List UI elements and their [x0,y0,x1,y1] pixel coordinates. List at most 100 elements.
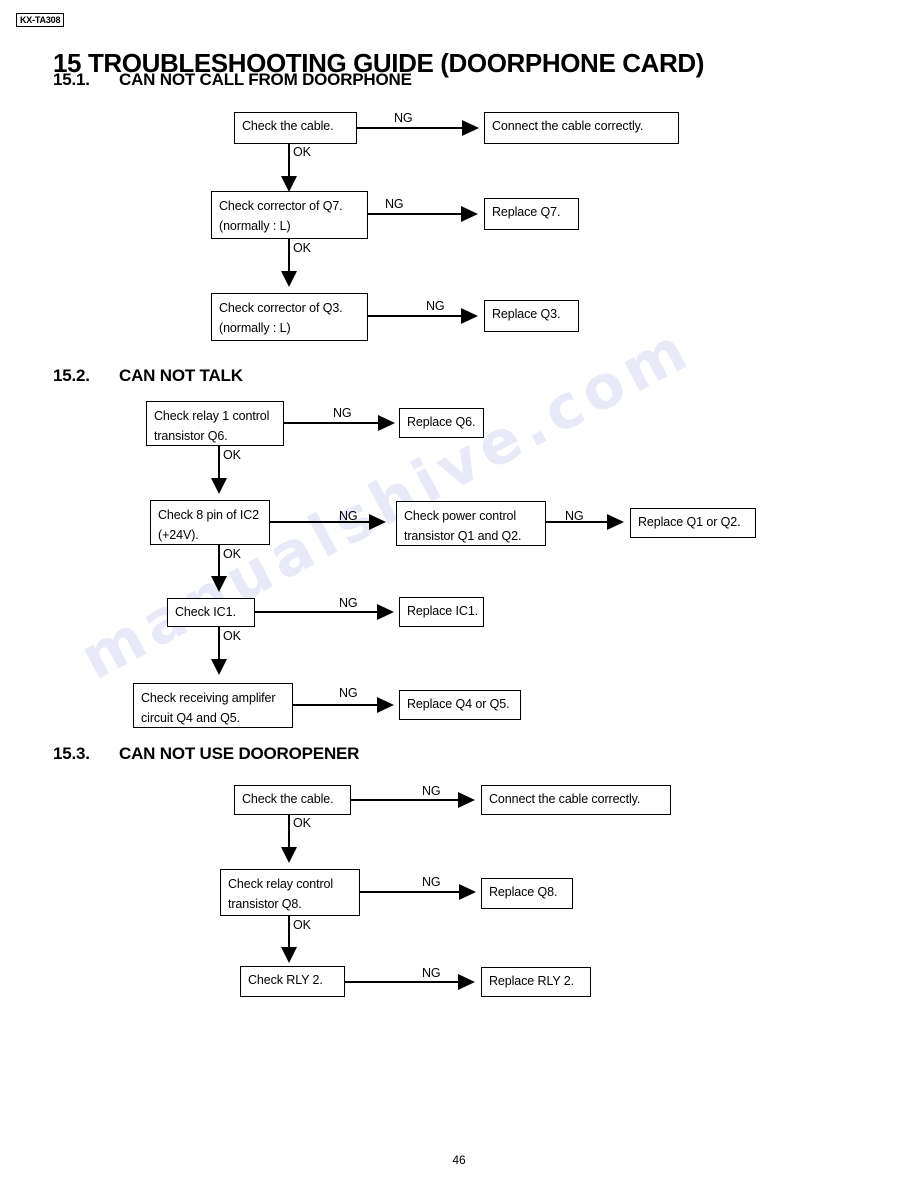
flow-node-check-cable[interactable]: Check the cable. [234,112,357,144]
node-label: Replace Q1 or Q2. [638,515,741,529]
node-label: Replace Q6. [407,415,476,429]
node-label: Check IC1. [175,605,236,619]
flow-node-replace-q8[interactable]: Replace Q8. [481,878,573,909]
flow-node-replace-rly2[interactable]: Replace RLY 2. [481,967,591,997]
node-label-line2: circuit Q4 and Q5. [141,711,240,725]
arrow-down-icon [281,847,297,863]
arrow-right-icon [458,974,475,990]
node-label: Check RLY 2. [248,973,323,987]
connector-line [368,213,461,215]
node-label-line2: transistor Q8. [228,897,302,911]
connector-line [345,981,458,983]
connector-line [360,891,459,893]
arrow-down-icon [281,271,297,287]
arrow-down-icon [281,176,297,192]
section-title: CAN NOT USE DOOROPENER [119,744,360,763]
section-title: CAN NOT TALK [119,366,243,385]
section-heading-15-2: 15.2. CAN NOT TALK [53,366,243,386]
flow-node-check-power-control[interactable]: Check power control transistor Q1 and Q2… [396,501,546,546]
flow-node-check-corrector-q7[interactable]: Check corrector of Q7. (normally : L) [211,191,368,239]
node-label-line1: Check relay control [228,877,334,891]
flow-node-check-corrector-q3[interactable]: Check corrector of Q3. (normally : L) [211,293,368,341]
edge-label-ok: OK [293,918,311,932]
arrow-down-icon [211,576,227,592]
flow-node-connect-cable[interactable]: Connect the cable correctly. [484,112,679,144]
node-label-line1: Check relay 1 control [154,409,270,423]
arrow-right-icon [378,415,395,431]
section-number: 15.3. [53,744,90,763]
arrow-right-icon [459,884,476,900]
node-label: Connect the cable correctly. [492,119,644,133]
node-label: Connect the cable correctly. [489,792,641,806]
node-label-line2: (normally : L) [219,321,291,335]
edge-label-ng: NG [422,966,441,980]
connector-line [368,315,461,317]
flow-node-check-relay1-q6[interactable]: Check relay 1 control transistor Q6. [146,401,284,446]
flow-node-replace-q3[interactable]: Replace Q3. [484,300,579,332]
node-label: Replace Q3. [492,307,561,321]
arrow-right-icon [461,206,478,222]
connector-line [351,799,458,801]
flow-node-replace-q1-q2[interactable]: Replace Q1 or Q2. [630,508,756,538]
flow-node-check-relay-control-q8[interactable]: Check relay control transistor Q8. [220,869,360,916]
arrow-down-icon [211,659,227,675]
arrow-down-icon [211,478,227,494]
edge-label-ng: NG [339,509,358,523]
node-label-line1: Check receiving amplifer [141,691,276,705]
arrow-right-icon [377,697,394,713]
edge-label-ok: OK [223,547,241,561]
edge-label-ng: NG [426,299,445,313]
node-label: Replace Q4 or Q5. [407,697,510,711]
edge-label-ng: NG [333,406,352,420]
node-label-line1: Check power control [404,509,517,523]
section-heading-15-3: 15.3. CAN NOT USE DOOROPENER [53,744,359,764]
section-heading-15-1: 15.1. CAN NOT CALL FROM DOORPHONE [53,70,412,90]
node-label-line2: (normally : L) [219,219,291,233]
node-label: Check the cable. [242,119,334,133]
arrow-right-icon [461,308,478,324]
watermark: manualshive.com [69,312,704,694]
arrow-right-icon [377,604,394,620]
node-label: Replace Q8. [489,885,558,899]
flow-node-check-ic1[interactable]: Check IC1. [167,598,255,627]
edge-label-ng: NG [339,596,358,610]
connector-line [255,611,377,613]
flow-node-replace-ic1[interactable]: Replace IC1. [399,597,484,627]
flow-node-check-cable-dooropener[interactable]: Check the cable. [234,785,351,815]
edge-label-ng: NG [394,111,413,125]
node-label: Replace Q7. [492,205,561,219]
edge-label-ok: OK [293,241,311,255]
node-label: Replace RLY 2. [489,974,574,988]
flow-node-check-receiving-amplifier[interactable]: Check receiving amplifer circuit Q4 and … [133,683,293,728]
flow-node-replace-q7[interactable]: Replace Q7. [484,198,579,230]
node-label-line1: Check 8 pin of IC2 [158,508,260,522]
edge-label-ng: NG [422,875,441,889]
edge-label-ng: NG [422,784,441,798]
edge-label-ok: OK [293,816,311,830]
section-title: CAN NOT CALL FROM DOORPHONE [119,70,412,89]
edge-label-ng: NG [385,197,404,211]
connector-line [293,704,377,706]
arrow-right-icon [462,120,479,136]
section-number: 15.1. [53,70,90,89]
flow-node-replace-q4-q5[interactable]: Replace Q4 or Q5. [399,690,521,720]
model-number-badge: KX-TA308 [16,13,65,27]
edge-label-ng: NG [565,509,584,523]
flow-node-connect-cable-dooropener[interactable]: Connect the cable correctly. [481,785,671,815]
node-label-line1: Check corrector of Q7. [219,199,343,213]
edge-label-ok: OK [223,448,241,462]
page-number: 46 [452,1153,466,1167]
connector-line [284,422,378,424]
flow-node-check-ic2-pin8[interactable]: Check 8 pin of IC2 (+24V). [150,500,270,545]
edge-label-ng: NG [339,686,358,700]
flow-node-check-rly2[interactable]: Check RLY 2. [240,966,345,997]
node-label-line2: (+24V). [158,528,199,542]
connector-line [357,127,462,129]
node-label-line2: transistor Q1 and Q2. [404,529,522,543]
node-label-line1: Check corrector of Q3. [219,301,343,315]
arrow-right-icon [369,514,386,530]
flow-node-replace-q6[interactable]: Replace Q6. [399,408,484,438]
arrow-right-icon [458,792,475,808]
edge-label-ok: OK [223,629,241,643]
arrow-down-icon [281,947,297,963]
